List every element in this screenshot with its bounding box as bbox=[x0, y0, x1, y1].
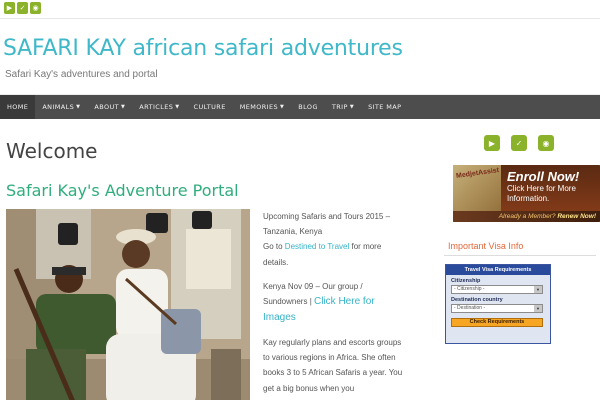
sidebar: ▶ ✓ ◉ MedjetAssist Enroll Now! Click Her… bbox=[440, 119, 600, 400]
medjet-logo: MedjetAssist bbox=[455, 167, 500, 180]
destined-to-travel-link[interactable]: Destined to Travel bbox=[285, 242, 349, 251]
nav-about[interactable]: ABOUT ▼ bbox=[87, 95, 132, 119]
twitter-icon[interactable]: ✓ bbox=[511, 135, 527, 151]
click-here-text: Click Here for More Information. bbox=[507, 184, 576, 203]
site-title[interactable]: SAFARI KAY african safari adventures bbox=[3, 36, 600, 61]
twitter-icon[interactable]: ✓ bbox=[17, 2, 28, 14]
citizenship-select[interactable]: - Citizenship - bbox=[451, 285, 543, 294]
post-title[interactable]: Safari Kay's Adventure Portal bbox=[6, 181, 440, 200]
destination-label: Destination country bbox=[451, 297, 503, 303]
chevron-down-icon: ▼ bbox=[121, 104, 126, 110]
intro-text: Upcoming Safaris and Tours 2015 – Tanzan… bbox=[263, 209, 403, 400]
nav-animals[interactable]: ANIMALS ▼ bbox=[35, 95, 87, 119]
rss-icon[interactable]: ◉ bbox=[538, 135, 554, 151]
citizenship-label: Citizenship bbox=[451, 278, 481, 284]
photo-illustration bbox=[6, 209, 250, 400]
member-renew-bar: Already a Member? Renew Now! bbox=[453, 211, 600, 222]
upcoming-paragraph: Upcoming Safaris and Tours 2015 – Tanzan… bbox=[263, 212, 391, 267]
visa-widget-title: Travel Visa Requirements bbox=[446, 265, 550, 275]
renew-now-text: Renew Now! bbox=[557, 213, 596, 220]
chevron-down-icon: ▼ bbox=[280, 104, 285, 110]
destination-select[interactable]: - Destination - bbox=[451, 304, 543, 313]
visa-info-heading: Important Visa Info bbox=[444, 241, 596, 256]
chevron-down-icon: ▼ bbox=[76, 104, 81, 110]
main-nav: HOME ANIMALS ▼ ABOUT ▼ ARTICLES ▼ CULTURE M… bbox=[0, 95, 600, 119]
chevron-down-icon: ▼ bbox=[175, 104, 180, 110]
nav-home[interactable]: HOME bbox=[0, 95, 36, 119]
enroll-now-text: Enroll Now! bbox=[507, 169, 580, 184]
regular-plans-paragraph: Kay regularly plans and escorts groups t… bbox=[263, 337, 403, 393]
site-description: Safari Kay's adventures and portal bbox=[5, 69, 158, 80]
nav-trip[interactable]: TRIP ▼ bbox=[325, 95, 361, 119]
nav-blog[interactable]: BLOG bbox=[291, 95, 325, 119]
nav-culture[interactable]: CULTURE bbox=[187, 95, 233, 119]
chevron-down-icon: ▼ bbox=[349, 104, 355, 110]
nav-articles[interactable]: ARTICLES ▼ bbox=[132, 95, 186, 119]
top-social-bar: ▶ ✓ ◉ bbox=[0, 0, 600, 19]
main-content: Welcome Safari Kay's Adventure Portal Up… bbox=[0, 119, 440, 400]
travel-visa-widget: Travel Visa Requirements Citizenship - C… bbox=[445, 264, 551, 344]
site-header: SAFARI KAY african safari adventures Saf… bbox=[0, 19, 600, 95]
youtube-icon[interactable]: ▶ bbox=[484, 135, 500, 151]
nav-site-map[interactable]: SITE MAP bbox=[361, 95, 408, 119]
safari-group-photo bbox=[6, 209, 250, 400]
rss-icon[interactable]: ◉ bbox=[30, 2, 41, 14]
kenya-paragraph: Kenya Nov 09 – Our group / Sundowners | … bbox=[263, 281, 375, 323]
medjet-enroll-banner[interactable]: MedjetAssist Enroll Now! Click Here for … bbox=[453, 165, 600, 222]
youtube-icon[interactable]: ▶ bbox=[4, 2, 15, 14]
page-title: Welcome bbox=[6, 139, 98, 163]
nav-memories[interactable]: MEMORIES ▼ bbox=[233, 95, 292, 119]
check-requirements-button[interactable]: Check Requirements bbox=[451, 318, 543, 327]
